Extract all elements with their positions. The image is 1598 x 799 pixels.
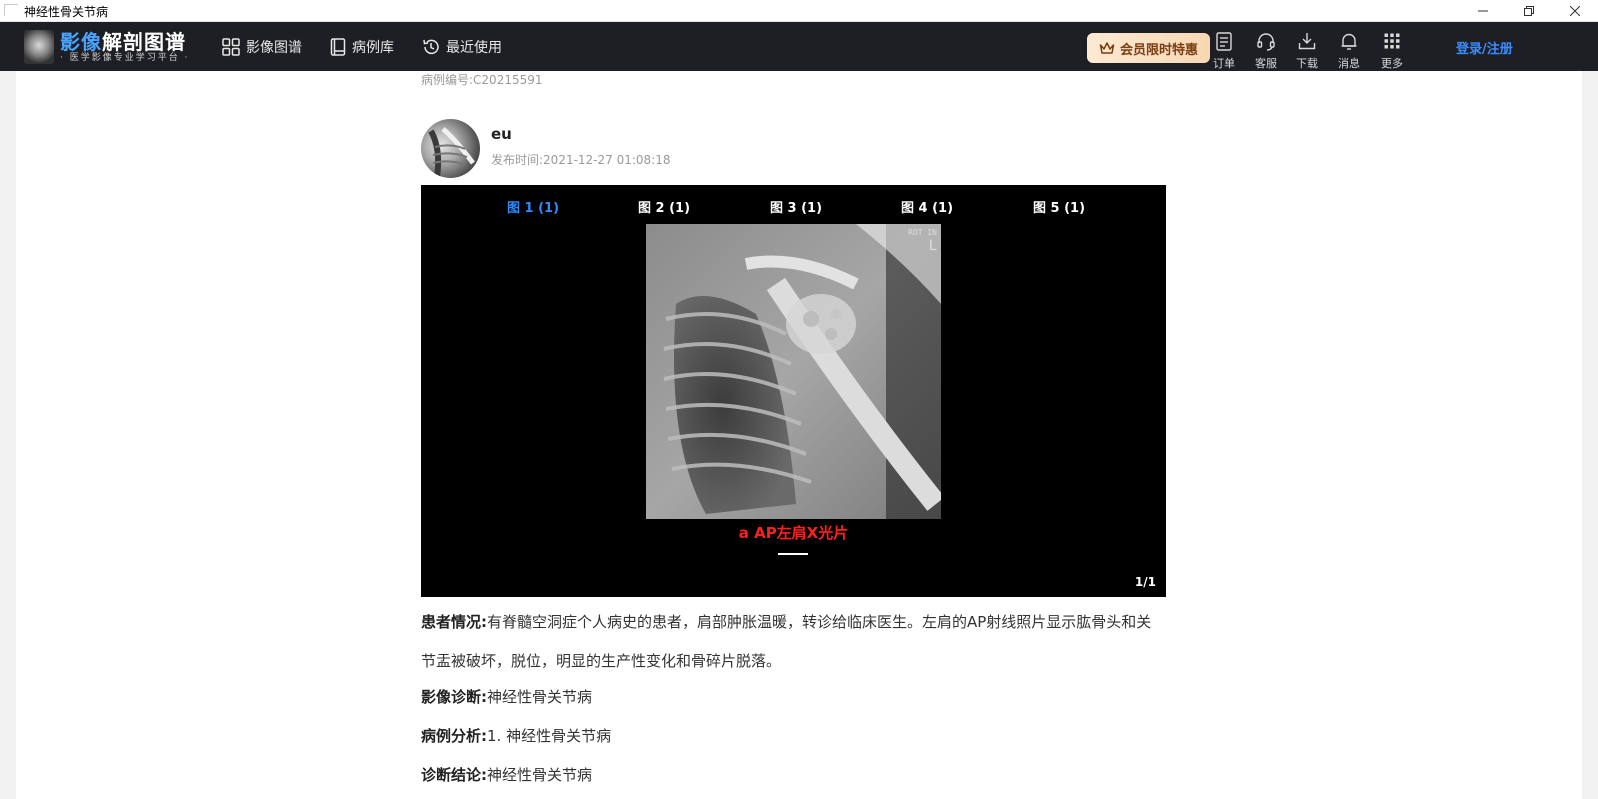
history-icon (423, 39, 439, 55)
case-analysis-text: 1. 神经性骨关节病 (487, 727, 612, 745)
image-tabs: 图 1 (1) 图 2 (1) 图 3 (1) 图 4 (1) 图 5 (1) (421, 197, 1166, 217)
author-name[interactable]: eu (491, 125, 512, 143)
crown-icon (1099, 42, 1115, 54)
nav-atlas[interactable]: 影像图谱 (222, 36, 302, 58)
nav-atlas-label: 影像图谱 (246, 40, 302, 56)
grid-icon (222, 38, 240, 56)
case-number: 病例编号:C20215591 (421, 73, 543, 87)
login-register-link[interactable]: 登录/注册 (1456, 38, 1513, 57)
tool-messages[interactable]: 消息 (1332, 30, 1366, 71)
bell-icon (1341, 33, 1357, 50)
nav-recent[interactable]: 最近使用 (422, 36, 502, 58)
restore-icon (1524, 6, 1534, 16)
close-icon (1570, 6, 1580, 16)
case-analysis-label: 病例分析: (421, 727, 487, 745)
imaging-diagnosis-text: 神经性骨关节病 (487, 688, 593, 706)
logo-title: 影像解剖图谱 (60, 31, 189, 53)
download-icon (1298, 33, 1316, 50)
image-caption: a AP左肩X光片 (738, 524, 849, 542)
case-content: 病例编号:C20215591 eu 发布时间:2021-12-27 01:08:… (16, 71, 1582, 799)
xray-side-marker: ROT IN L (908, 228, 937, 254)
minimize-button[interactable] (1460, 0, 1506, 22)
diagnosis-conclusion: 诊断结论:神经性骨关节病 (421, 764, 592, 785)
book-icon (330, 38, 346, 56)
diagnosis-conclusion-label: 诊断结论: (421, 766, 487, 784)
close-button[interactable] (1552, 0, 1598, 22)
tool-messages-label: 消息 (1338, 57, 1360, 70)
logo-text: 影像解剖图谱 · 医学影像专业学习平台 · (60, 31, 189, 64)
tool-orders-label: 订单 (1213, 57, 1235, 70)
xray-image[interactable]: ROT IN L (646, 224, 941, 519)
tool-support-label: 客服 (1255, 57, 1277, 70)
patient-info: 患者情况:有脊髓空洞症个人病史的患者，肩部肿胀温暖，转诊给临床医生。左肩的AP射… (421, 603, 1166, 681)
apps-icon (1384, 33, 1400, 49)
tool-more-label: 更多 (1381, 57, 1403, 70)
tab-figure-4[interactable]: 图 4 (1) (901, 197, 953, 216)
brain-logo-icon (24, 30, 54, 64)
tool-download-label: 下载 (1296, 57, 1318, 70)
marker-line-1: ROT IN (908, 228, 937, 237)
order-icon (1216, 31, 1232, 51)
image-viewer: 图 1 (1) 图 2 (1) 图 3 (1) 图 4 (1) 图 5 (1) (421, 185, 1166, 597)
tab-figure-5[interactable]: 图 5 (1) (1033, 197, 1085, 216)
logo-title-rest: 解剖图谱 (102, 29, 186, 54)
xray-shoulder-drawing (646, 224, 941, 519)
nav-cases-label: 病例库 (352, 40, 394, 56)
image-counter: 1/1 (1134, 575, 1156, 589)
app-header: 影像解剖图谱 · 医学影像专业学习平台 · 影像图谱 病例库 最近使用 会员限时… (0, 22, 1598, 71)
avatar[interactable] (421, 119, 480, 178)
tool-orders[interactable]: 订单 (1207, 30, 1241, 71)
vip-offer-label: 会员限时特惠 (1119, 42, 1198, 58)
tool-support[interactable]: 客服 (1249, 30, 1283, 71)
window-titlebar: 神经性骨关节病 (0, 0, 1598, 22)
case-analysis: 病例分析:1. 神经性骨关节病 (421, 725, 611, 746)
tab-figure-1[interactable]: 图 1 (1) (507, 197, 559, 216)
tab-figure-2[interactable]: 图 2 (1) (638, 197, 690, 216)
tool-more[interactable]: 更多 (1375, 30, 1409, 71)
vip-offer-button[interactable]: 会员限时特惠 (1087, 33, 1210, 63)
window-title: 神经性骨关节病 (24, 5, 109, 19)
headset-icon (1257, 32, 1275, 51)
avatar-xray-image (428, 127, 475, 178)
nav-recent-label: 最近使用 (446, 40, 502, 56)
app-icon (4, 4, 18, 16)
minimize-icon (1478, 10, 1488, 12)
nav-cases[interactable]: 病例库 (330, 36, 394, 58)
publish-time: 发布时间:2021-12-27 01:08:18 (491, 153, 671, 167)
logo-title-accent: 影像 (60, 29, 102, 54)
tool-download[interactable]: 下载 (1290, 30, 1324, 71)
restore-button[interactable] (1506, 0, 1552, 22)
diagnosis-conclusion-text: 神经性骨关节病 (487, 766, 593, 784)
imaging-diagnosis: 影像诊断:神经性骨关节病 (421, 686, 592, 707)
site-logo[interactable]: 影像解剖图谱 · 医学影像专业学习平台 · (24, 29, 189, 65)
marker-line-2: L (928, 238, 937, 254)
patient-info-text: 有脊髓空洞症个人病史的患者，肩部肿胀温暖，转诊给临床医生。左肩的AP射线照片显示… (421, 613, 1152, 670)
logo-subtitle: · 医学影像专业学习平台 · (60, 52, 190, 63)
patient-info-label: 患者情况: (421, 613, 487, 631)
tab-figure-3[interactable]: 图 3 (1) (770, 197, 822, 216)
caption-indicator (778, 553, 808, 555)
imaging-diagnosis-label: 影像诊断: (421, 688, 487, 706)
